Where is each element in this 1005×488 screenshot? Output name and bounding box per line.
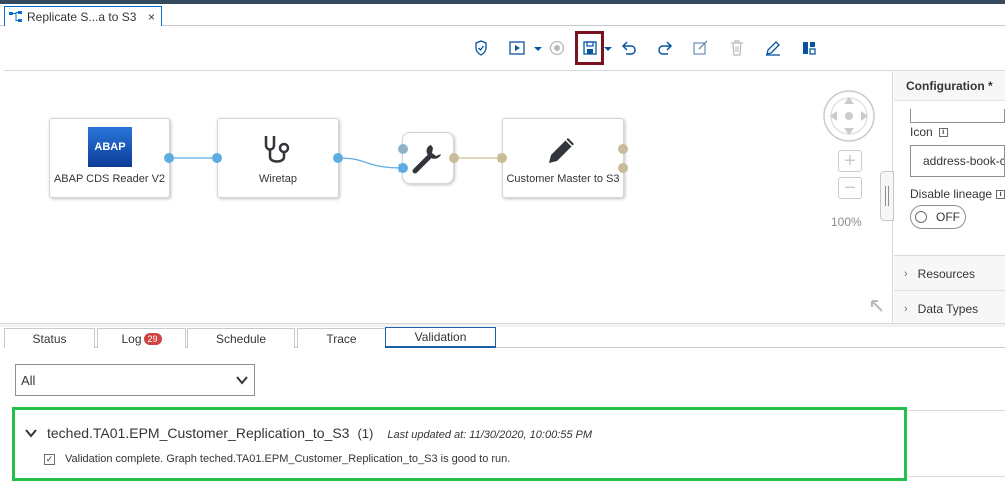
tab-log[interactable]: Log 29 (97, 328, 186, 348)
tab-validation[interactable]: Validation (385, 327, 496, 348)
tab-schedule[interactable]: Schedule (187, 328, 295, 348)
operator-converter[interactable] (402, 132, 454, 184)
save-icon (582, 41, 597, 55)
input-port[interactable] (497, 153, 507, 163)
operator-label: Wiretap (259, 173, 297, 185)
result-message: Validation complete. Graph teched.TA01.E… (65, 453, 511, 465)
redo-button[interactable] (652, 35, 678, 61)
validate-button[interactable] (468, 35, 494, 61)
output-port[interactable] (449, 153, 459, 163)
zoom-level: 100% (831, 215, 862, 229)
abap-logo-icon: ABAP (88, 127, 132, 167)
redo-icon (658, 41, 673, 55)
pencil-icon (549, 138, 574, 163)
graph-toolbar (4, 26, 1005, 71)
divider (905, 410, 1005, 411)
zoom-out-button[interactable]: − (838, 177, 862, 199)
toggle-state: OFF (936, 210, 960, 224)
save-dropdown-icon[interactable] (604, 47, 612, 51)
play-icon (509, 41, 525, 55)
run-button[interactable] (504, 35, 530, 61)
edit-form-icon (693, 40, 708, 55)
input-port[interactable] (212, 153, 222, 163)
stop-icon (549, 40, 565, 56)
info-icon[interactable]: i (996, 189, 1005, 199)
operator-abap-cds-reader[interactable]: ABAP ABAP CDS Reader V2 (49, 118, 170, 198)
name-field[interactable] (910, 109, 1005, 123)
chevron-down-icon[interactable] (25, 429, 37, 438)
lineage-label: Disable lineage i (910, 187, 1005, 201)
checkbox-icon[interactable]: ✓ (44, 453, 55, 465)
document-tab-bar: Replicate S...a to S3 × (0, 4, 1005, 26)
tab-trace[interactable]: Trace (297, 328, 386, 348)
tab-title: Replicate S...a to S3 (27, 9, 137, 24)
close-tab-icon[interactable]: × (148, 10, 155, 24)
graph-name: teched.TA01.EPM_Customer_Replication_to_… (47, 425, 350, 441)
configuration-header: Configuration * (894, 71, 1005, 101)
info-icon[interactable]: i (938, 127, 948, 137)
auto-layout-button[interactable] (796, 35, 822, 61)
graph-canvas[interactable]: ABAP ABAP CDS Reader V2 Wiretap Customer… (4, 71, 893, 323)
configuration-panel: Configuration * Icon i address-book-c Di… (894, 71, 1005, 326)
configuration-body: Icon i address-book-c Disable lineage i … (894, 101, 1005, 256)
graph-icon (9, 10, 22, 22)
filter-value: All (21, 372, 36, 388)
input-port[interactable] (398, 163, 408, 173)
log-count-badge: 29 (143, 332, 162, 345)
result-count: (1) (357, 426, 374, 441)
icon-input[interactable]: address-book-c (910, 145, 1005, 177)
trash-icon (731, 40, 743, 56)
operator-label: ABAP CDS Reader V2 (53, 173, 166, 185)
run-dropdown-icon[interactable] (534, 47, 542, 51)
toggle-knob (915, 211, 927, 223)
edit-form-button[interactable] (688, 35, 714, 61)
result-message-row: ✓ Validation complete. Graph teched.TA01… (44, 453, 510, 465)
panel-resize-handle[interactable] (880, 171, 894, 221)
divider (905, 476, 1005, 477)
output-port[interactable] (618, 163, 628, 173)
undo-button[interactable] (616, 35, 642, 61)
wrench-icon (412, 145, 441, 174)
data-types-section[interactable]: › Data Types (894, 292, 1005, 326)
operator-customer-master-to-s3[interactable]: Customer Master to S3 (502, 118, 624, 198)
chevron-down-icon (236, 376, 248, 385)
resources-section[interactable]: › Resources (894, 257, 1005, 291)
stop-button[interactable] (544, 35, 570, 61)
result-header[interactable]: teched.TA01.EPM_Customer_Replication_to_… (25, 425, 592, 441)
lineage-toggle[interactable]: OFF (910, 205, 966, 229)
output-port[interactable] (333, 153, 343, 163)
pencil-icon (766, 41, 780, 56)
output-port[interactable] (618, 144, 628, 154)
expand-icon[interactable] (870, 299, 886, 315)
section-label: Resources (917, 266, 976, 281)
edit-button[interactable] (760, 35, 786, 61)
bottom-tab-bar: Status Log 29 Schedule Trace Validation (4, 327, 1005, 348)
output-port[interactable] (164, 153, 174, 163)
validation-filter-select[interactable]: All (15, 364, 255, 396)
graph-document-tab[interactable]: Replicate S...a to S3 × (4, 6, 162, 26)
section-label: Data Types (917, 301, 979, 316)
stethoscope-icon (264, 136, 290, 163)
operator-wiretap[interactable]: Wiretap (217, 118, 339, 198)
pan-control-icon[interactable] (822, 89, 876, 143)
delete-button[interactable] (724, 35, 750, 61)
shield-check-icon (475, 40, 487, 56)
chevron-right-icon: › (904, 267, 908, 280)
chevron-right-icon: › (904, 302, 908, 315)
validation-result-group: teched.TA01.EPM_Customer_Replication_to_… (12, 407, 907, 481)
icon-label: Icon i (910, 125, 948, 139)
tab-status[interactable]: Status (4, 328, 95, 348)
input-port[interactable] (398, 144, 408, 154)
save-button[interactable] (575, 31, 604, 65)
last-updated: Last updated at: 11/30/2020, 10:00:55 PM (387, 429, 593, 441)
zoom-in-button[interactable]: + (838, 150, 862, 172)
undo-icon (621, 41, 636, 55)
layout-icon (803, 42, 816, 55)
operator-label: Customer Master to S3 (506, 173, 620, 185)
